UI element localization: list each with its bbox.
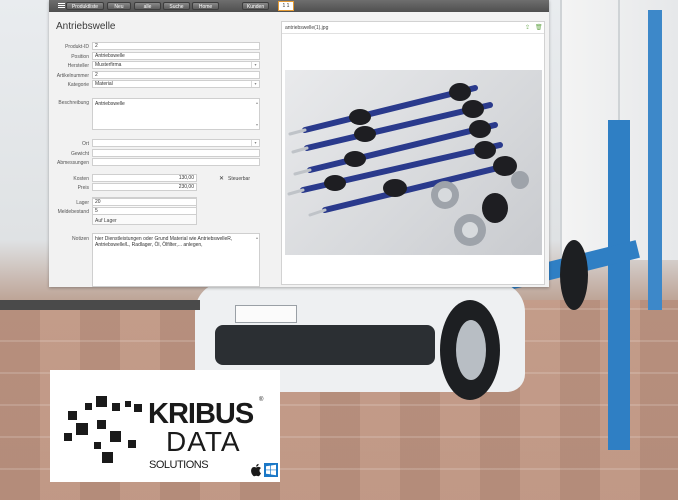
description-text: Antriebswelle [95,101,125,107]
position-label: Position [71,54,89,60]
customers-button[interactable]: Kunden [242,2,269,10]
weight-label: Gewicht [70,151,89,157]
list-icon[interactable] [58,3,65,9]
logo-square [94,442,101,449]
manufacturer-value: Musterfirma [95,62,122,68]
logo-square [112,403,120,411]
apple-icon [251,463,261,477]
taxable-checkbox[interactable]: ✕ Steuerbar [219,175,250,182]
notes-label: Notizen [72,236,89,242]
taxable-label: Steuerbar [228,176,250,182]
category-select[interactable]: Material ▾ [92,80,260,88]
description-field[interactable]: Antriebswelle ▴ ▾ [92,98,260,130]
wheel-rim [456,320,486,380]
lift-column-far [648,10,662,310]
lift-platform [0,300,200,310]
stock-status: Auf Lager [95,218,117,224]
product-window: Produktliste Neu alle Suche Home Kunden … [49,0,549,287]
price-label: Preis [77,185,89,191]
scroll-down-icon[interactable]: ▾ [256,122,258,128]
logo-square [134,404,142,412]
article-number-label: Artikelnummer [56,73,89,79]
logo-solutions-text: SOLUTIONS [149,459,209,471]
image-panel: antriebswelle(1).jpg ⇪ 🗑 [281,21,545,285]
cost-field[interactable]: 130,00 [92,174,197,182]
page-title: Antriebswelle [56,21,116,32]
weight-field[interactable] [92,149,260,157]
rear-wheel [560,240,588,310]
manufacturer-select[interactable]: Musterfirma ▾ [92,61,260,69]
logo-square [125,401,131,407]
image-header: antriebswelle(1).jpg ⇪ 🗑 [282,22,544,34]
scroll-up-icon[interactable]: ▴ [256,235,258,241]
reorder-level-label: Meldebestand [57,209,89,215]
product-photo [285,70,542,255]
all-button[interactable]: alle [134,2,161,10]
logo-square [128,440,136,448]
notes-field[interactable]: hier Dienstleistungen oder Grund Materia… [92,233,260,287]
category-label: Kategorie [67,82,89,88]
window-frame [560,0,562,260]
record-counter: 1 1 [278,1,294,11]
dimensions-label: Abmessungen [57,160,89,166]
logo-square [76,423,88,435]
kribus-logo: KRIBUS ® DATA SOLUTIONS [50,370,280,482]
article-number-field[interactable]: 2 [92,71,260,79]
logo-square [97,420,106,429]
windows-icon [264,463,278,477]
location-label: Ort [82,141,89,147]
manufacturer-label: Hersteller [67,63,89,69]
checkbox-check-icon[interactable]: ✕ [219,175,224,182]
dimensions-field[interactable] [92,158,260,166]
notes-text: hier Dienstleistungen oder Grund Materia… [95,236,233,248]
cost-label: Kosten [73,176,89,182]
logo-square [85,403,92,410]
trash-icon[interactable]: 🗑 [535,24,543,31]
stock-field[interactable]: 20 [92,198,197,206]
category-value: Material [95,81,113,87]
logo-square [102,452,113,463]
logo-square [96,396,107,407]
drive-shafts-illustration [287,83,529,246]
logo-square [110,431,121,442]
product-list-button[interactable]: Produktliste [66,2,104,10]
search-button[interactable]: Suche [163,2,190,10]
location-select[interactable]: ▾ [92,139,260,147]
logo-square [68,411,77,420]
toolbar: Produktliste Neu alle Suche Home Kunden … [49,0,549,12]
chevron-down-icon[interactable]: ▾ [251,140,259,146]
home-button[interactable]: Home [192,2,219,10]
license-plate [235,305,297,323]
reorder-level-field[interactable]: 5 [92,207,197,215]
product-id-field[interactable]: 2 [92,42,260,50]
chevron-down-icon[interactable]: ▾ [251,62,259,68]
car-grill [215,325,435,365]
scroll-up-icon[interactable]: ▴ [256,100,258,106]
chevron-down-icon[interactable]: ▾ [251,81,259,87]
registered-mark: ® [259,397,264,403]
lift-column [608,120,630,450]
image-filename: antriebswelle(1).jpg [285,25,329,31]
description-label: Beschreibung [58,100,89,106]
price-field[interactable]: 230,00 [92,183,197,191]
position-field[interactable]: Antriebswelle [92,52,260,60]
new-button[interactable]: Neu [107,2,131,10]
logo-data-text: DATA [166,426,241,457]
logo-square [64,433,72,441]
stock-label: Lager [76,200,89,206]
product-id-label: Produkt-ID [65,44,89,50]
upload-icon[interactable]: ⇪ [525,24,530,31]
